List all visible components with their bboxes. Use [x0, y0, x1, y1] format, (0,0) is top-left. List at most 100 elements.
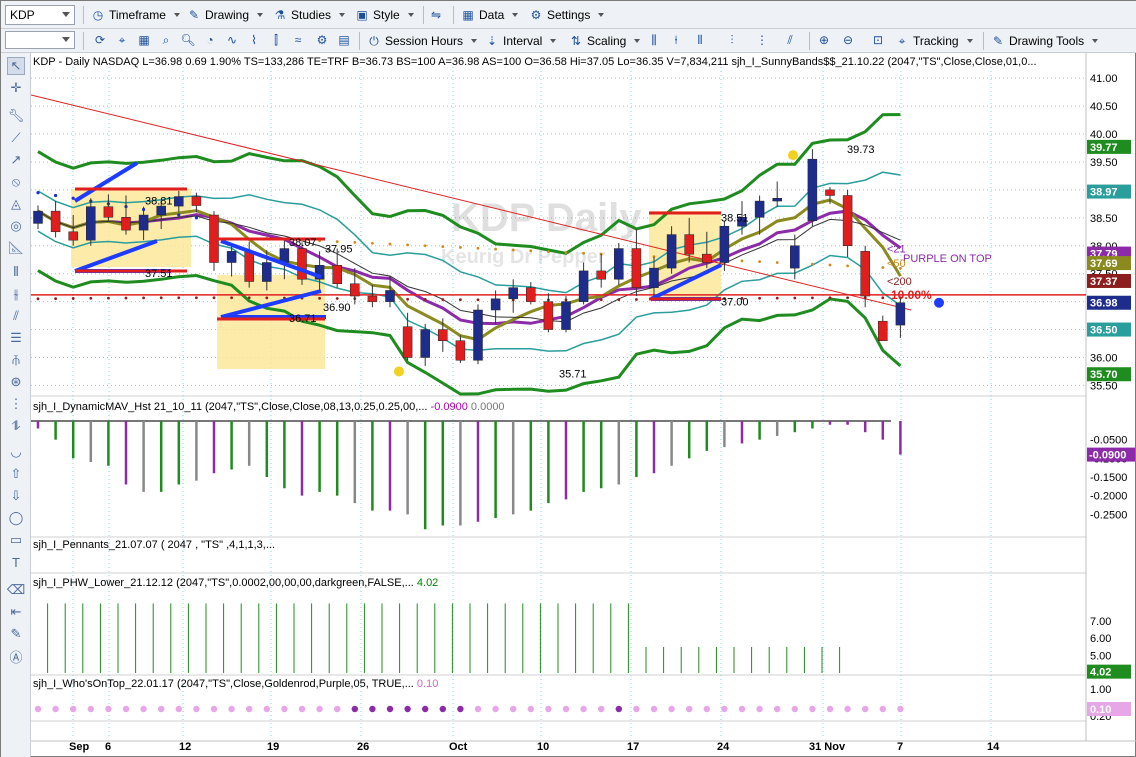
speed-lines-icon[interactable]: ⊛: [7, 373, 25, 391]
regression-icon[interactable]: ⥮: [7, 417, 25, 435]
ma-dot-red: [793, 296, 797, 300]
arc-icon[interactable]: ◡: [7, 443, 25, 461]
wrench-icon[interactable]: 🔧︎: [7, 107, 25, 125]
candle-chart-icon[interactable]: ⍿: [667, 31, 685, 49]
magnifier-icon[interactable]: 🔍︎: [179, 31, 197, 49]
timeframe-button[interactable]: ◷ Timeframe: [91, 5, 180, 25]
grid-icon[interactable]: ▦: [135, 31, 153, 49]
refresh-icon[interactable]: ⟳: [91, 31, 109, 49]
chevron-down-icon[interactable]: [62, 12, 70, 17]
symbol-input[interactable]: KDP: [5, 5, 75, 25]
date-axis-label: Oct: [449, 741, 468, 753]
area-icon[interactable]: ⌇: [245, 31, 263, 49]
drawing-button[interactable]: ✎ Drawing: [187, 5, 264, 25]
chart-area[interactable]: 41.0040.5040.0039.5039.0038.5038.0037.50…: [31, 53, 1136, 757]
fibonacci-icon[interactable]: ⦸: [7, 173, 25, 191]
snap-left-icon[interactable]: ⇤: [7, 603, 25, 621]
trendline-icon[interactable]: ⟋: [7, 129, 25, 147]
candle-body: [455, 340, 466, 361]
style-button[interactable]: ▣ Style: [355, 5, 414, 25]
ma-dot-red: [775, 296, 779, 300]
price-tick-label: 39.50: [1090, 157, 1118, 169]
ma-dot-red: [124, 296, 128, 300]
ray-icon[interactable]: ↗: [7, 151, 25, 169]
date-axis-label: 14: [987, 741, 1000, 753]
hlc-chart-icon[interactable]: ⫶: [723, 31, 741, 49]
mav-value-1: -0.0900: [430, 401, 468, 413]
who-on-top-dot: [756, 705, 763, 713]
ma-dot-red: [195, 296, 198, 300]
ma200-label: <200: [887, 276, 912, 288]
edit-icon[interactable]: ✎: [7, 625, 25, 643]
levels-icon[interactable]: ⋮: [7, 395, 25, 413]
mav-panel-header: sjh_I_DynamicMAV_Hst 21_10_11 (2047,"TS"…: [33, 401, 505, 413]
data-button[interactable]: ▦ Data: [461, 5, 519, 25]
cycle-lines-icon[interactable]: ⫳: [7, 285, 25, 303]
mav-tick-label: -0.2000: [1090, 491, 1127, 503]
chevron-down-icon: [598, 13, 605, 17]
chevron-down-icon: [966, 39, 973, 43]
pointer-icon[interactable]: ↖: [7, 57, 25, 75]
ma-dot-red: [212, 296, 216, 300]
ohlc-chart-icon[interactable]: ⫽: [781, 31, 799, 49]
drawing-tool-strip: ↖ ✛ 🔧︎ ⟋ ↗ ⦸ ◬ ◎ 📐︎ ⦀ ⫳ ⫽ ☰ ⫚ ⊛ ⋮ ⥮ ◡ ⇧ …: [1, 53, 31, 757]
rectangle-icon[interactable]: ▭: [7, 531, 25, 549]
symbol-search-icon[interactable]: ⌕: [157, 31, 175, 49]
arrow-down-icon[interactable]: ⇩: [7, 487, 25, 505]
cursor-icon[interactable]: ⌖: [113, 31, 131, 49]
line-chart-icon[interactable]: ⦀: [691, 31, 709, 49]
price-annotation: 37.95: [325, 244, 353, 256]
interval-button[interactable]: ⇣ Interval: [485, 31, 557, 51]
channel-icon[interactable]: ⫽: [7, 307, 25, 325]
settings-button[interactable]: ⚙ Settings: [529, 5, 605, 25]
candle-body: [121, 217, 131, 231]
candle-body: [33, 210, 43, 224]
who-on-top-dot: [175, 705, 182, 713]
format-icon[interactable]: ⚙: [313, 31, 331, 49]
erase-icon[interactable]: ⌫: [7, 581, 25, 599]
text-icon[interactable]: T: [7, 553, 25, 571]
studies-button[interactable]: ⚗ Studies: [273, 5, 346, 25]
arrow-up-icon[interactable]: ⇧: [7, 465, 25, 483]
wave-icon[interactable]: ≈: [289, 31, 307, 49]
layout-icon[interactable]: ▤: [335, 31, 353, 49]
gann-icon[interactable]: ◬: [7, 195, 25, 213]
ruler-icon[interactable]: 📐︎: [7, 239, 25, 257]
interval-label: Interval: [503, 34, 543, 48]
horizontal-lines-icon[interactable]: ☰: [7, 329, 25, 347]
vertical-lines-icon[interactable]: ⦀: [7, 263, 25, 281]
price-tick-label: 35.50: [1090, 380, 1118, 392]
ellipse-icon[interactable]: ◯: [7, 509, 25, 527]
spiral-icon[interactable]: ◎: [7, 217, 25, 235]
link-button[interactable]: ⇋: [429, 5, 443, 25]
interval-icon: ⇣: [486, 34, 498, 48]
session-icon: ⏻: [369, 34, 379, 48]
chart-gauge-icon[interactable]: ◔: [201, 31, 219, 49]
scaling-button[interactable]: ⇅ Scaling: [569, 31, 641, 51]
fit-icon[interactable]: ⊡: [869, 31, 887, 49]
drawing-tools-button[interactable]: ✎ Drawing Tools: [991, 31, 1099, 51]
bar-chart-icon[interactable]: ⫼: [645, 31, 663, 49]
ma-dot-orange: [881, 266, 885, 269]
point-chart-icon[interactable]: ⋮: [753, 31, 771, 49]
session-hours-button[interactable]: ⏻ Session Hours: [367, 31, 478, 51]
who-on-top-dot: [527, 705, 534, 713]
phw-label: sjh_I_PHW_Lower_21.12.12 (2047,"TS",0.00…: [33, 577, 414, 589]
ma-dot-red: [881, 296, 885, 300]
who-on-top-dot: [492, 705, 499, 713]
who-on-top-dot: [545, 705, 552, 713]
zoom-out-icon[interactable]: ⊖: [839, 31, 857, 49]
tracking-button[interactable]: ⌖ Tracking: [895, 31, 973, 51]
chart-selector-input[interactable]: [5, 31, 75, 49]
crosshair-icon[interactable]: ✛: [7, 79, 25, 97]
candle-body: [526, 287, 536, 302]
zoom-in-icon[interactable]: ⊕: [815, 31, 833, 49]
trend-icon[interactable]: ∿: [223, 31, 241, 49]
annotation-icon[interactable]: Ⓐ: [7, 647, 25, 665]
symbol-quote-line: KDP - Daily NASDAQ L=36.98 0.69 1.90% TS…: [33, 56, 1037, 68]
bars-icon[interactable]: ⫿: [267, 31, 285, 49]
timeframe-label: Timeframe: [109, 8, 166, 22]
chevron-down-icon[interactable]: [62, 37, 70, 42]
pitchfork-icon[interactable]: ⫚: [7, 351, 25, 369]
price-annotation: 39.73: [847, 144, 875, 156]
